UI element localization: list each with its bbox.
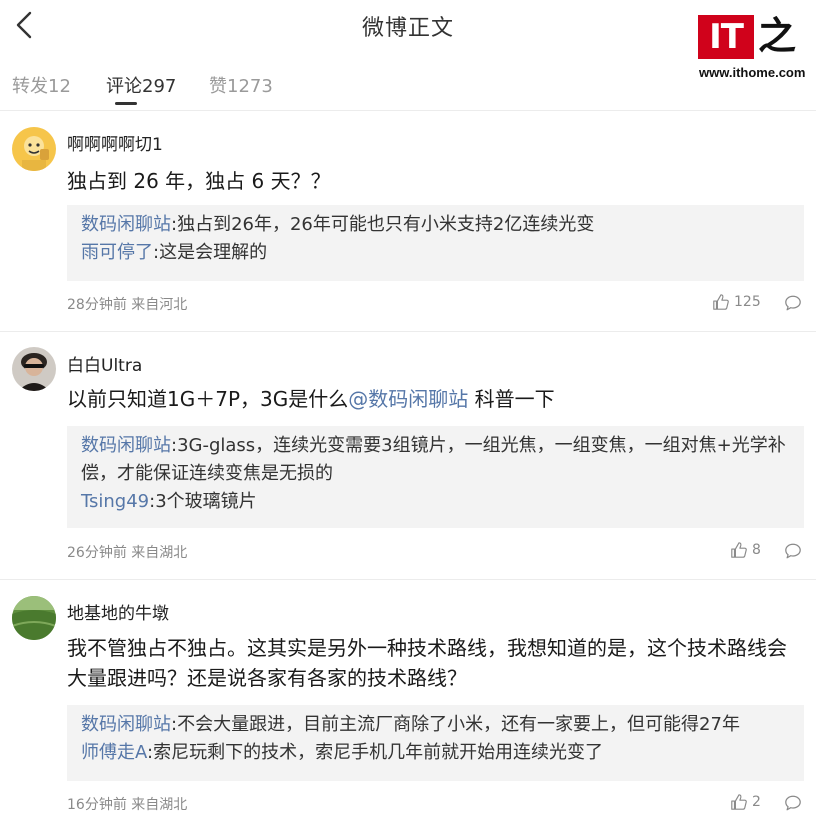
divider <box>0 579 816 580</box>
comment-text-part: 科普一下 <box>468 387 555 411</box>
divider <box>0 331 816 332</box>
page-title: 微博正文 <box>361 16 454 41</box>
reply-line: 数码闲聊站:3G-glass，连续光变需要3组镜片，一组光焦，一组变焦，一组对焦… <box>81 432 790 488</box>
comment-actions: 125 <box>712 293 802 313</box>
divider <box>0 110 816 111</box>
avatar-image <box>12 127 56 171</box>
speech-bubble-icon[interactable] <box>784 294 802 312</box>
comment-username[interactable]: 啊啊啊啊切1 <box>67 130 163 155</box>
reply-username[interactable]: 数码闲聊站 <box>81 435 171 456</box>
reply-text: :3个玻璃镜片 <box>149 491 257 512</box>
thumbs-up-icon <box>731 794 747 810</box>
like-button[interactable]: 8 <box>730 541 761 559</box>
like-button[interactable]: 125 <box>712 293 761 311</box>
tab-comments[interactable]: 评论297 <box>106 72 176 98</box>
reply-text: :索尼玩剩下的技术，索尼手机几年前就开始用连续光变了 <box>147 742 604 763</box>
active-tab-indicator <box>115 102 137 105</box>
comment-username[interactable]: 白白Ultra <box>67 351 142 376</box>
avatar[interactable] <box>12 347 56 391</box>
tab-likes[interactable]: 赞1273 <box>209 72 273 98</box>
comment-actions: 2 <box>730 793 802 813</box>
reply-username[interactable]: 雨可停了 <box>81 242 153 263</box>
tab-reposts[interactable]: 转发12 <box>12 72 71 98</box>
reply-preview[interactable]: 数码闲聊站:3G-glass，连续光变需要3组镜片，一组光焦，一组变焦，一组对焦… <box>67 426 804 528</box>
comment-meta: 28分钟前 来自河北 <box>67 297 188 313</box>
comment-username[interactable]: 地基地的牛墩 <box>67 599 169 624</box>
reply-line: 数码闲聊站:不会大量跟进，目前主流厂商除了小米，还有一家要上，但可能得27年 <box>81 711 790 739</box>
like-count: 125 <box>734 294 761 310</box>
reply-text: :不会大量跟进，目前主流厂商除了小米，还有一家要上，但可能得27年 <box>171 714 740 735</box>
avatar[interactable] <box>12 127 56 171</box>
speech-bubble-icon[interactable] <box>784 794 802 812</box>
reply-text: :这是会理解的 <box>153 242 268 263</box>
avatar-image <box>12 347 56 391</box>
reply-username[interactable]: Tsing49 <box>81 491 149 512</box>
comment-text: 独占到 26 年，独占 6 天？？ <box>67 169 331 193</box>
thumbs-up-icon <box>731 542 747 558</box>
reply-preview[interactable]: 数码闲聊站:独占到26年，26年可能也只有小米支持2亿连续光变 雨可停了:这是会… <box>67 205 804 281</box>
reply-username[interactable]: 数码闲聊站 <box>81 214 171 235</box>
thumbs-up-icon <box>713 294 729 310</box>
like-count: 8 <box>752 542 761 558</box>
mention-link[interactable]: @数码闲聊站 <box>348 387 468 411</box>
comment-text-part: 以前只知道1G＋7P，3G是什么 <box>67 387 349 411</box>
comment-actions: 8 <box>730 541 802 561</box>
reply-line: Tsing49:3个玻璃镜片 <box>81 488 790 516</box>
comment-meta: 26分钟前 来自湖北 <box>67 545 188 561</box>
logo-zhi-mark: 之 <box>758 13 797 58</box>
avatar[interactable] <box>12 596 56 640</box>
reply-username[interactable]: 师傅走A <box>81 742 147 763</box>
avatar-image <box>12 596 56 640</box>
tab-bar: 转发12 评论297 赞1273 <box>0 66 816 110</box>
reply-preview[interactable]: 数码闲聊站:不会大量跟进，目前主流厂商除了小米，还有一家要上，但可能得27年 师… <box>67 705 804 781</box>
comment-text: 我不管独占不独占。这其实是另外一种技术路线，我想知道的是，这个技术路线会大量跟进… <box>67 636 787 690</box>
reply-line: 师傅走A:索尼玩剩下的技术，索尼手机几年前就开始用连续光变了 <box>81 739 790 767</box>
reply-text: :独占到26年，26年可能也只有小米支持2亿连续光变 <box>171 214 595 235</box>
like-button[interactable]: 2 <box>730 793 761 811</box>
like-count: 2 <box>752 794 761 810</box>
top-nav-bar: 微博正文 <box>0 0 816 52</box>
speech-bubble-icon[interactable] <box>784 542 802 560</box>
reply-text: :3G-glass，连续光变需要3组镜片，一组光焦，一组变焦，一组对焦+光学补偿… <box>81 435 786 484</box>
reply-line: 雨可停了:这是会理解的 <box>81 239 790 267</box>
logo-it-mark: IT <box>698 15 754 59</box>
comment-text: 以前只知道1G＋7P，3G是什么@数码闲聊站 科普一下 <box>67 384 807 414</box>
comment-meta: 16分钟前 来自湖北 <box>67 797 188 813</box>
reply-line: 数码闲聊站:独占到26年，26年可能也只有小米支持2亿连续光变 <box>81 211 790 239</box>
reply-username[interactable]: 数码闲聊站 <box>81 714 171 735</box>
